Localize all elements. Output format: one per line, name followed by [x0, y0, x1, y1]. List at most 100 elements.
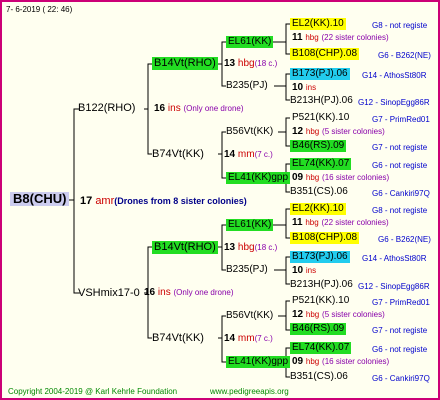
leaf-mating: 09 hbg (16 sister colonies) — [292, 172, 389, 184]
leaf-mating: 10 ins — [292, 82, 316, 94]
leaf-mating: 11 hbg (22 sister colonies) — [292, 217, 389, 229]
leaf-code: G12 - SinopEgg86R — [358, 282, 430, 291]
g-a1-mating: 13 hbg(18 c.) — [224, 58, 277, 70]
q1-unit: ins — [167, 103, 181, 114]
leaf-code: G6 - not registe — [372, 345, 428, 354]
leaf-code: G7 - not registe — [372, 143, 428, 152]
leaf-name: B108(CHP).08 — [290, 48, 360, 60]
g-a2-mating: 14 mm(7 c.) — [224, 149, 273, 161]
pedigree-frame: 7- 6-2019 ( 22: 46) B8(CHU) 17 amr(Drone… — [0, 0, 440, 400]
gg-a1-name: EL61(KK) — [226, 36, 274, 48]
gg-a2-name: B56Vt(KK) — [226, 126, 274, 137]
leaf-name: EL74(KK).07 — [290, 158, 352, 170]
g-b1-name: B14Vt(RHO) — [152, 241, 218, 254]
root-mating-unit: amr — [95, 195, 115, 207]
leaf-mating-unit: hbg — [305, 310, 320, 319]
leaf-code: G6 - B262(NE) — [378, 51, 431, 60]
g-a2-name: B74Vt(KK) — [152, 148, 204, 160]
leaf-code: G7 - PrimRed01 — [372, 115, 430, 124]
leaf-code: G12 - SinopEgg86R — [358, 98, 430, 107]
leaf-code: G7 - PrimRed01 — [372, 298, 430, 307]
leaf-code: G6 - Cankiri97Q — [372, 189, 430, 198]
leaf-code: G6 - B262(NE) — [378, 235, 431, 244]
leaf-mating: 10 ins — [292, 265, 316, 277]
g-b1-mating: 13 hbg(18 c.) — [224, 242, 277, 254]
leaf-code: G6 - not registe — [372, 161, 428, 170]
g-b2-num: 14 — [224, 333, 236, 344]
q1-mating: 16 ins (Only one drone) — [154, 103, 244, 115]
q2-mating: 16 ins (Only one drone) — [144, 287, 234, 299]
gg-b1-drone: B235(PJ) — [226, 264, 268, 275]
leaf-mating-num: 10 — [292, 82, 304, 93]
leaf-code: G7 - not registe — [372, 326, 428, 335]
q1-num: 16 — [154, 103, 166, 114]
leaf-mating-note: (5 sister colonies) — [322, 310, 385, 319]
footer-site-link[interactable]: www.pedigreeapis.org — [210, 386, 289, 398]
leaf-mating-note: (22 sister colonies) — [321, 218, 389, 227]
gg-b2-name: B56Vt(KK) — [226, 310, 274, 321]
leaf-name: B213H(PJ).06 — [290, 279, 353, 290]
g-a1-num: 13 — [224, 58, 236, 69]
q1-note: (Only one drone) — [183, 104, 244, 113]
leaf-name: B46(RS).09 — [290, 140, 347, 152]
leaf-name: B46(RS).09 — [290, 323, 347, 335]
leaf-mating-num: 12 — [292, 126, 304, 137]
q2-num: 16 — [144, 287, 156, 298]
header-date: 7- 6-2019 ( 22: 46) — [6, 5, 73, 14]
leaf-mating-note: (22 sister colonies) — [321, 33, 389, 42]
g-a1-unit: hbg — [237, 58, 255, 69]
leaf-mating-unit: hbg — [305, 218, 319, 227]
leaf-mating-num: 09 — [292, 172, 304, 183]
leaf-code: G14 - AthosSt80R — [362, 71, 427, 80]
q2-name: VSHmix17-0 — [78, 287, 140, 299]
leaf-name: B351(CS).06 — [290, 186, 348, 197]
leaf-mating-unit: hbg — [305, 127, 320, 136]
g-a1-note: (18 c.) — [254, 59, 278, 68]
leaf-name: B351(CS).06 — [290, 371, 348, 382]
q2-unit: ins — [157, 287, 171, 298]
leaf-mating: 09 hbg (16 sister colonies) — [292, 356, 389, 368]
g-b2-mating: 14 mm(7 c.) — [224, 333, 273, 345]
leaf-name: P521(KK).10 — [292, 112, 350, 123]
g-b1-num: 13 — [224, 242, 236, 253]
leaf-mating-unit: hbg — [305, 357, 320, 366]
footer-copyright: Copyright 2004-2019 @ Karl Kehrle Founda… — [8, 387, 178, 396]
leaf-name: B173(PJ).06 — [290, 68, 350, 80]
root-queen-name: B8(CHU) — [10, 192, 70, 206]
leaf-name: EL74(KK).07 — [290, 342, 352, 354]
leaf-code: G8 - not registe — [372, 21, 428, 30]
leaf-code: G8 - not registe — [372, 206, 428, 215]
q2-note: (Only one drone) — [173, 288, 234, 297]
gg-a2-drone: EL41(KK)gpp — [226, 172, 291, 184]
leaf-mating-num: 09 — [292, 356, 304, 367]
leaf-mating-unit: hbg — [305, 33, 319, 42]
leaf-mating-note: (16 sister colonies) — [322, 173, 390, 182]
leaf-mating-num: 11 — [292, 217, 303, 228]
g-b1-unit: hbg — [237, 242, 255, 253]
g-b2-unit: mm — [237, 333, 255, 344]
g-b2-name: B74Vt(KK) — [152, 332, 204, 344]
leaf-mating-num: 10 — [292, 265, 304, 276]
leaf-name: P521(KK).10 — [292, 295, 350, 306]
leaf-name: B173(PJ).06 — [290, 251, 350, 263]
g-a1-name: B14Vt(RHO) — [152, 57, 218, 70]
root-mating-note: (Drones from 8 sister colonies) — [114, 196, 247, 206]
gg-b1-name: EL61(KK) — [226, 219, 274, 231]
q1-name: B122(RHO) — [78, 102, 136, 114]
leaf-name: B213H(PJ).06 — [290, 95, 353, 106]
leaf-mating-num: 11 — [292, 32, 303, 43]
leaf-mating-unit: ins — [305, 83, 317, 92]
leaf-name: B108(CHP).08 — [290, 232, 360, 244]
g-a2-num: 14 — [224, 149, 236, 160]
leaf-mating: 11 hbg (22 sister colonies) — [292, 32, 389, 44]
leaf-code: G14 - AthosSt80R — [362, 254, 427, 263]
g-a2-unit: mm — [237, 149, 255, 160]
root-mating-num: 17 — [80, 195, 93, 207]
g-b2-note: (7 c.) — [254, 334, 273, 343]
g-b1-note: (18 c.) — [254, 243, 278, 252]
gg-a1-drone: B235(PJ) — [226, 80, 268, 91]
gg-b2-drone: EL41(KK)gpp — [226, 356, 291, 368]
leaf-mating-note: (5 sister colonies) — [322, 127, 385, 136]
leaf-mating: 12 hbg (5 sister colonies) — [292, 126, 385, 138]
leaf-mating-unit: ins — [305, 266, 317, 275]
